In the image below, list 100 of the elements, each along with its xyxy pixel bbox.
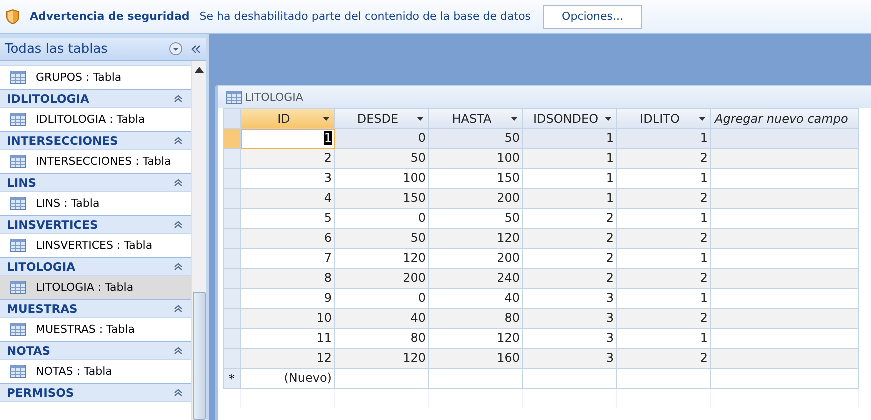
table-cell: 1 — [617, 209, 711, 229]
table-cell: 2 — [523, 249, 617, 269]
collapse-icon[interactable] — [174, 304, 183, 313]
table-cell: 150 — [429, 169, 523, 189]
group-name[interactable]: MUESTRAS — [7, 302, 174, 316]
table-cell: 3 — [523, 309, 617, 329]
table-cell: 200 — [335, 269, 429, 289]
table-cell: 0 — [335, 129, 429, 149]
table-cell: 150 — [335, 189, 429, 209]
table-cell: 0 — [335, 209, 429, 229]
table-cell: 120 — [429, 229, 523, 249]
table-cell: 3 — [241, 169, 335, 189]
group-name[interactable]: INTERSECCIONES — [7, 134, 174, 148]
table-cell: 1 — [617, 329, 711, 349]
table-cell: 7 — [241, 249, 335, 269]
table-cell: 40 — [429, 289, 523, 309]
column-header[interactable]: IDLITO — [617, 108, 711, 129]
table-cell: 240 — [429, 269, 523, 289]
table-cell: 40 — [335, 309, 429, 329]
table-icon — [10, 71, 26, 84]
collapse-icon[interactable] — [174, 262, 183, 271]
dropdown-circle-icon[interactable] — [169, 42, 183, 56]
table-icon — [10, 197, 26, 210]
group-name[interactable]: PERMISOS — [7, 386, 174, 400]
dropdown-arrow-icon[interactable] — [417, 116, 424, 120]
table-cell: 2 — [617, 229, 711, 249]
warning-message: Se ha deshabilitado parte del contenido de la base de datos — [200, 10, 532, 23]
collapse-icon[interactable] — [174, 178, 183, 187]
table-cell: 1 — [617, 289, 711, 309]
table-cell: 3 — [523, 289, 617, 309]
table-cell: 80 — [335, 329, 429, 349]
table-cell: 9 — [241, 289, 335, 309]
table-cell: 120 — [335, 249, 429, 269]
new-record-cell: (Nuevo) — [241, 369, 335, 389]
table-cell: 1 — [523, 189, 617, 209]
nav-item[interactable]: LITOLOGIA : Tabla — [0, 276, 191, 299]
table-icon — [226, 90, 242, 104]
dropdown-arrow-icon[interactable] — [699, 116, 706, 120]
collapse-icon[interactable] — [174, 346, 183, 355]
column-header[interactable]: ID — [241, 108, 335, 129]
table-cell: 2 — [617, 189, 711, 209]
table-icon — [10, 323, 26, 336]
table-cell: 10 — [241, 309, 335, 329]
table-cell: 120 — [335, 349, 429, 369]
table-cell: 3 — [523, 349, 617, 369]
table-icon — [10, 365, 26, 378]
column-header[interactable]: Agregar nuevo campo — [711, 108, 859, 129]
dropdown-arrow-icon[interactable] — [323, 116, 330, 120]
table-cell: 11 — [241, 329, 335, 349]
table-cell: 4 — [241, 189, 335, 209]
dropdown-arrow-icon[interactable] — [605, 116, 612, 120]
collapse-icon[interactable] — [174, 388, 183, 397]
table-cell: 100 — [335, 169, 429, 189]
table-cell: 1 — [523, 169, 617, 189]
table-cell: 1 — [523, 149, 617, 169]
table-cell: 3 — [523, 329, 617, 349]
table-cell: 2 — [523, 229, 617, 249]
table-cell: 120 — [429, 329, 523, 349]
table-cell: 0 — [335, 289, 429, 309]
new-row-selector[interactable]: * — [223, 369, 241, 389]
collapse-icon[interactable] — [174, 220, 183, 229]
collapse-icon[interactable] — [174, 94, 183, 103]
window-title: LITOLOGIA — [245, 90, 304, 104]
table-cell: 5 — [241, 209, 335, 229]
dropdown-arrow-icon[interactable] — [511, 116, 518, 120]
table-cell: 1 — [241, 129, 335, 149]
shield-icon — [6, 8, 20, 24]
group-name[interactable]: IDLITOLOGIA — [7, 92, 174, 106]
scroll-thumb[interactable] — [192, 292, 206, 420]
nav-pane-title[interactable]: Todas las tablas — [5, 42, 169, 56]
column-header[interactable]: DESDE — [335, 108, 429, 129]
warning-title: Advertencia de seguridad — [30, 10, 190, 23]
collapse-pane-icon[interactable] — [191, 44, 201, 54]
table-icon — [10, 155, 26, 168]
table-cell: 160 — [429, 349, 523, 369]
table-cell: 2 — [617, 149, 711, 169]
scroll-up-icon[interactable] — [194, 67, 204, 73]
table-cell: 200 — [429, 249, 523, 269]
table-cell: 6 — [241, 229, 335, 249]
table-cell: 1 — [523, 129, 617, 149]
table-cell: 1 — [617, 249, 711, 269]
table-cell: 2 — [617, 269, 711, 289]
table-icon — [10, 113, 26, 126]
column-header[interactable]: HASTA — [429, 108, 523, 129]
group-name[interactable]: LINSVERTICES — [7, 218, 174, 232]
table-cell: 2 — [241, 149, 335, 169]
column-header[interactable]: IDSONDEO — [523, 108, 617, 129]
table-cell: 2 — [523, 209, 617, 229]
options-button[interactable]: Opciones... — [543, 4, 642, 28]
collapse-icon[interactable] — [174, 136, 183, 145]
group-name[interactable]: NOTAS — [7, 344, 174, 358]
table-cell: 50 — [335, 149, 429, 169]
table-cell: 2 — [523, 269, 617, 289]
table-cell: 50 — [429, 209, 523, 229]
table-cell: 50 — [335, 229, 429, 249]
table-cell: 1 — [617, 129, 711, 149]
group-name[interactable]: LITOLOGIA — [7, 260, 174, 274]
table-cell: 100 — [429, 149, 523, 169]
group-name[interactable]: LINS — [7, 176, 174, 190]
table-cell: 50 — [429, 129, 523, 149]
